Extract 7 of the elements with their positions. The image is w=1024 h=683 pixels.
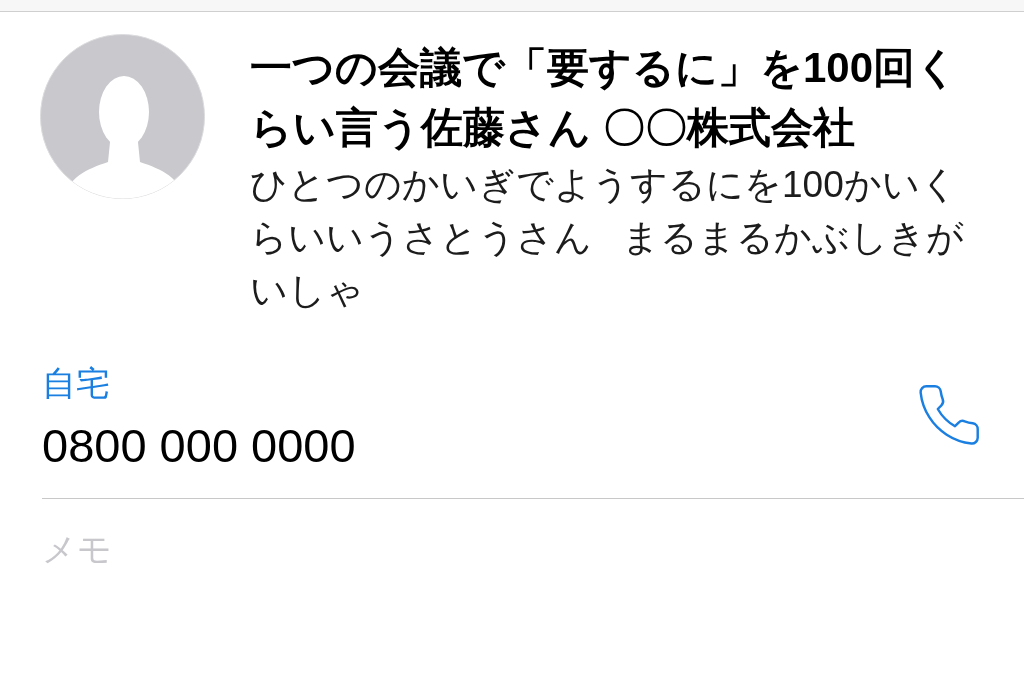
contact-reading: ひとつのかいぎでようするにを100かいくらいいうさとうさん まるまるかぶしきがいしゃ [250, 163, 966, 313]
contact-name: 一つの会議で「要するに」を100回くらい言う佐藤さん 〇〇株式会社 [250, 43, 960, 153]
avatar-icon [40, 34, 205, 199]
phone-label: 自宅 [42, 363, 111, 404]
notes-field[interactable]: メモ [42, 527, 942, 575]
phone-number: 0800 000 0000 [42, 418, 356, 474]
phone-icon[interactable] [918, 384, 980, 446]
